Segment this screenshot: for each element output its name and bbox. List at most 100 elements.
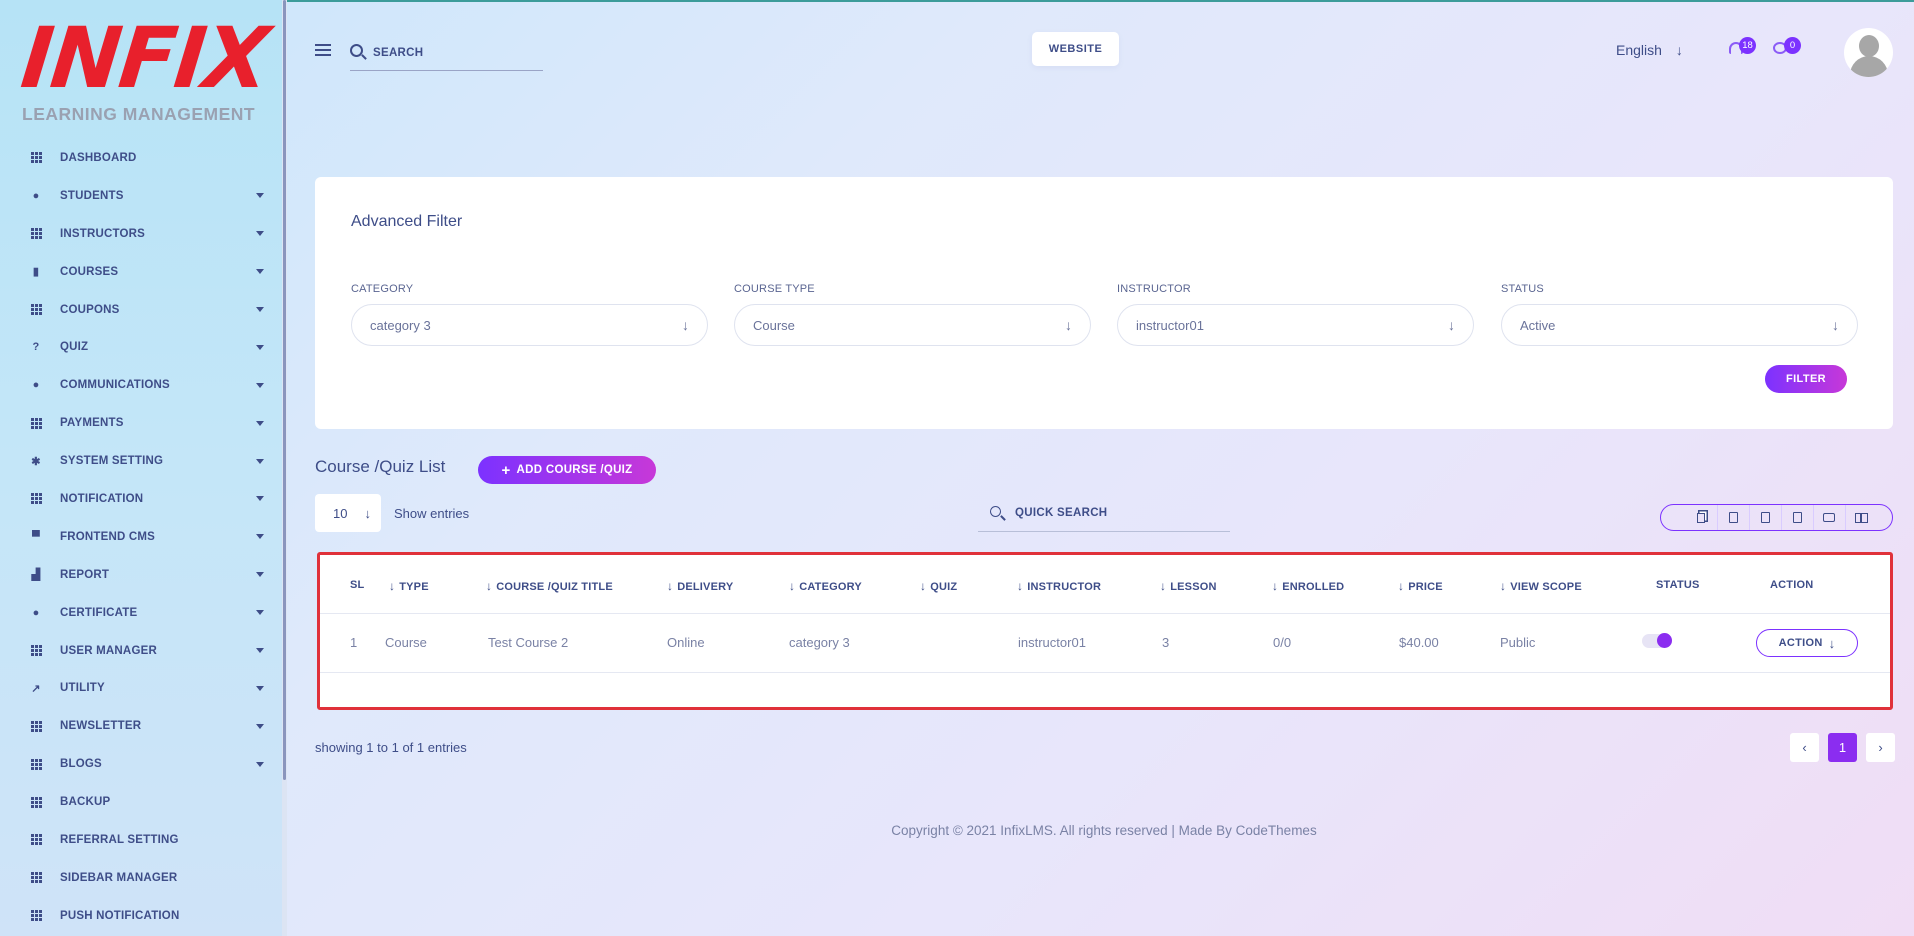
prev-page-button[interactable]: ‹ xyxy=(1790,733,1819,762)
sidebar-item-label: BACKUP xyxy=(60,796,111,809)
category-select[interactable]: category 3 ↓ xyxy=(351,304,708,346)
column-header-quiz[interactable]: ↓ QUIZ xyxy=(920,579,957,593)
caret-down-icon xyxy=(256,231,264,237)
sidebar-item-students[interactable]: ● STUDENTS xyxy=(0,177,282,215)
logo-wordmark: INFIX xyxy=(16,9,273,107)
messages-button[interactable]: 0 xyxy=(1773,37,1801,58)
grid-icon xyxy=(30,645,42,657)
column-header-delivery[interactable]: ↓ DELIVERY xyxy=(667,579,733,593)
cell-title: Test Course 2 xyxy=(488,635,569,650)
columns-icon xyxy=(1855,512,1868,523)
sidebar-item-instructors[interactable]: INSTRUCTORS xyxy=(0,215,282,253)
cell-category: category 3 xyxy=(789,635,850,650)
column-header-category[interactable]: ↓ CATEGORY xyxy=(789,579,862,593)
sidebar-item-push-notification[interactable]: PUSH NOTIFICATION xyxy=(0,897,282,935)
columns-button[interactable] xyxy=(1846,505,1878,530)
sidebar-item-quiz[interactable]: ? QUIZ xyxy=(0,328,282,366)
caret-down-icon xyxy=(256,761,264,767)
column-header-instructor[interactable]: ↓ INSTRUCTOR xyxy=(1017,579,1101,593)
chevron-right-icon: › xyxy=(1878,740,1883,755)
top-accent-line xyxy=(0,0,1914,2)
column-header-price[interactable]: ↓ PRICE xyxy=(1398,579,1443,593)
sidebar-item-frontend-cms[interactable]: ▀ FRONTEND CMS xyxy=(0,518,282,556)
sidebar-item-user-manager[interactable]: USER MANAGER xyxy=(0,632,282,670)
cell-sl: 1 xyxy=(350,635,358,650)
course-table: SL ↓ TYPE ↓ COURSE /QUIZ TITLE ↓ DELIVERY ↓… xyxy=(317,552,1893,710)
grid-icon xyxy=(30,758,42,770)
sidebar-item-dashboard[interactable]: DASHBOARD xyxy=(0,139,282,177)
sidebar-item-certificate[interactable]: ● CERTIFICATE xyxy=(0,594,282,632)
column-header-status: STATUS xyxy=(1656,579,1700,591)
page-title: Course /Quiz List xyxy=(315,457,446,476)
cell-enrolled: 0/0 xyxy=(1273,635,1292,650)
notification-bell[interactable]: 18 xyxy=(1729,37,1756,58)
sidebar-item-payments[interactable]: PAYMENTS xyxy=(0,404,282,442)
sidebar: INFIX LEARNING MANAGEMENT DASHBOARD ● STUD… xyxy=(0,0,282,936)
sidebar-item-courses[interactable]: ▮ COURSES xyxy=(0,253,282,291)
sidebar-menu: DASHBOARD ● STUDENTS INSTRUCTORS ▮ COURSES COU… xyxy=(0,139,282,935)
sidebar-item-report[interactable]: ▟ REPORT xyxy=(0,556,282,594)
copy-button[interactable] xyxy=(1686,505,1718,530)
excel-button[interactable] xyxy=(1718,505,1750,530)
column-header-lesson[interactable]: ↓ LESSON xyxy=(1160,579,1217,593)
avatar[interactable] xyxy=(1844,28,1893,77)
sidebar-item-backup[interactable]: BACKUP xyxy=(0,783,282,821)
filter-button[interactable]: FILTER xyxy=(1765,365,1847,393)
status-toggle[interactable] xyxy=(1642,633,1672,648)
website-button[interactable]: WEBSITE xyxy=(1032,32,1119,66)
sidebar-item-referral-setting[interactable]: REFERRAL SETTING xyxy=(0,821,282,859)
advanced-filter-card: Advanced Filter CATEGORY category 3 ↓ CO… xyxy=(315,177,1893,429)
page-size-value: 10 xyxy=(333,505,348,521)
sidebar-item-label: NOTIFICATION xyxy=(60,492,144,505)
instructor-select[interactable]: instructor01 ↓ xyxy=(1117,304,1474,346)
next-page-button[interactable]: › xyxy=(1866,733,1895,762)
quick-search-input[interactable] xyxy=(1015,507,1215,519)
course-type-select-value: Course xyxy=(753,317,795,333)
sidebar-item-label: COURSES xyxy=(60,265,119,278)
book-icon: ▮ xyxy=(32,266,40,279)
add-course-button[interactable]: + ADD COURSE /QUIZ xyxy=(478,456,656,484)
column-header-title[interactable]: ↓ COURSE /QUIZ TITLE xyxy=(486,579,613,593)
sidebar-item-blogs[interactable]: BLOGS xyxy=(0,745,282,783)
instructor-select-value: instructor01 xyxy=(1136,317,1204,333)
sidebar-item-sidebar-manager[interactable]: SIDEBAR MANAGER xyxy=(0,859,282,897)
search-input[interactable] xyxy=(373,47,523,59)
action-dropdown-button[interactable]: ACTION ↓ xyxy=(1756,629,1858,657)
arrow-down-icon: ↓ xyxy=(1448,317,1455,333)
quick-search-bar xyxy=(978,495,1230,532)
arrow-down-icon: ↓ xyxy=(364,505,372,521)
menu-toggle-icon[interactable] xyxy=(315,44,331,56)
user-icon: ● xyxy=(32,189,40,202)
status-filter-label: STATUS xyxy=(1501,283,1544,295)
sidebar-item-system-setting[interactable]: ✱ SYSTEM SETTING xyxy=(0,442,282,480)
chart-icon: ▟ xyxy=(31,569,41,582)
sidebar-item-newsletter[interactable]: NEWSLETTER xyxy=(0,707,282,745)
pdf-button[interactable] xyxy=(1782,505,1814,530)
cell-price: $40.00 xyxy=(1399,635,1439,650)
sidebar-item-utility[interactable]: ↗ UTILITY xyxy=(0,669,282,707)
status-select[interactable]: Active ↓ xyxy=(1501,304,1858,346)
print-button[interactable] xyxy=(1814,505,1846,530)
caret-down-icon xyxy=(256,648,264,654)
page-button[interactable]: 1 xyxy=(1828,733,1857,762)
sidebar-scrollbar[interactable] xyxy=(283,0,286,780)
course-type-select[interactable]: Course ↓ xyxy=(734,304,1091,346)
sidebar-item-label: CERTIFICATE xyxy=(60,606,138,619)
csv-button[interactable] xyxy=(1750,505,1782,530)
column-header-sl[interactable]: SL xyxy=(350,579,364,591)
search-icon xyxy=(350,44,363,57)
sidebar-item-coupons[interactable]: COUPONS xyxy=(0,291,282,329)
column-header-enrolled[interactable]: ↓ ENROLLED xyxy=(1272,579,1344,593)
column-header-view-scope[interactable]: ↓ VIEW SCOPE xyxy=(1500,579,1582,593)
sidebar-item-notification[interactable]: NOTIFICATION xyxy=(0,480,282,518)
column-header-type[interactable]: ↓ TYPE xyxy=(389,579,429,593)
copyright: Copyright © 2021 InfixLMS. All rights re… xyxy=(891,823,1317,838)
page-size-select[interactable]: 10 ↓ xyxy=(315,494,381,532)
language-select[interactable]: English ↓ xyxy=(1616,42,1683,58)
caret-down-icon xyxy=(256,269,264,275)
arrow-down-icon: ↓ xyxy=(1065,317,1072,333)
excel-icon xyxy=(1728,512,1738,523)
logo[interactable]: INFIX LEARNING MANAGEMENT xyxy=(17,9,272,124)
arrow-down-icon: ↓ xyxy=(1832,317,1839,333)
sidebar-item-communications[interactable]: ● COMMUNICATIONS xyxy=(0,366,282,404)
